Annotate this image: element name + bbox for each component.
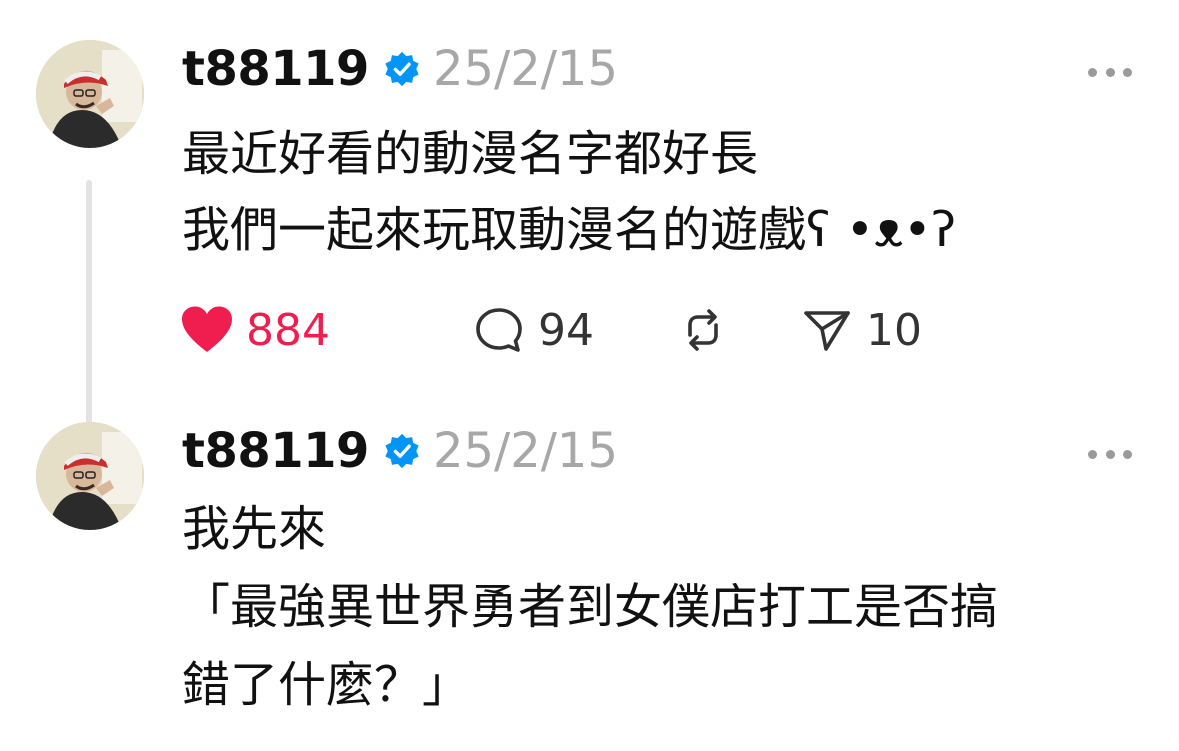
avatar[interactable]: [36, 422, 144, 530]
thread-post: t88119 25/2/15 我先來 「最強異世界勇者到女僕店打工是否搞 錯了什…: [0, 412, 1179, 751]
username[interactable]: t88119: [182, 423, 369, 479]
more-icon-dot: [1123, 449, 1132, 459]
more-icon-dot: [1088, 449, 1097, 459]
comment-count: 94: [538, 304, 594, 356]
share-icon: [804, 311, 850, 351]
post-date: 25/2/15: [432, 423, 618, 479]
more-icon-dot: [1105, 449, 1115, 459]
post-header: t88119 25/2/15: [182, 38, 618, 100]
share-button[interactable]: 10: [800, 305, 922, 356]
share-count: 10: [866, 304, 922, 356]
more-options-button[interactable]: [1088, 444, 1132, 464]
post-text-line: 「最強異世界勇者到女僕店打工是否搞: [182, 579, 999, 635]
more-options-button[interactable]: [1088, 62, 1132, 82]
post-body: 最近好看的動漫名字都好長 我們一起來玩取動漫名的遊戲ʕ •ᴥ•ʔ: [182, 116, 1162, 268]
more-icon-dot: [1105, 67, 1115, 77]
post-date: 25/2/15: [432, 41, 618, 97]
more-icon-dot: [1123, 67, 1132, 77]
heart-icon: [182, 306, 232, 352]
like-button[interactable]: 884: [180, 305, 472, 356]
post-header: t88119 25/2/15: [182, 420, 618, 482]
post-text-line: 我先來: [182, 501, 327, 557]
thread-connector-line: [86, 180, 92, 424]
verified-badge-icon: [385, 433, 419, 469]
repost-button[interactable]: [676, 305, 800, 355]
more-icon-dot: [1088, 67, 1097, 77]
repost-icon: [688, 309, 718, 351]
username[interactable]: t88119: [182, 41, 369, 97]
post-body: 我先來 「最強異世界勇者到女僕店打工是否搞 錯了什麼？」: [182, 490, 1162, 724]
comment-button[interactable]: 94: [472, 305, 676, 356]
like-count: 884: [246, 304, 330, 356]
post-text-line: 最近好看的動漫名字都好長: [182, 126, 759, 182]
post-text-line: 我們一起來玩取動漫名的遊戲ʕ •ᴥ•ʔ: [182, 202, 957, 258]
verified-badge-icon: [385, 51, 419, 87]
avatar[interactable]: [36, 40, 144, 148]
comment-icon: [476, 308, 522, 352]
action-bar: 884 94 10: [180, 300, 922, 360]
thread-post: t88119 25/2/15 最近好看的動漫名字都好長 我們一起來玩取動漫名的遊…: [0, 30, 1179, 424]
post-text-line: 錯了什麼？」: [182, 657, 471, 713]
